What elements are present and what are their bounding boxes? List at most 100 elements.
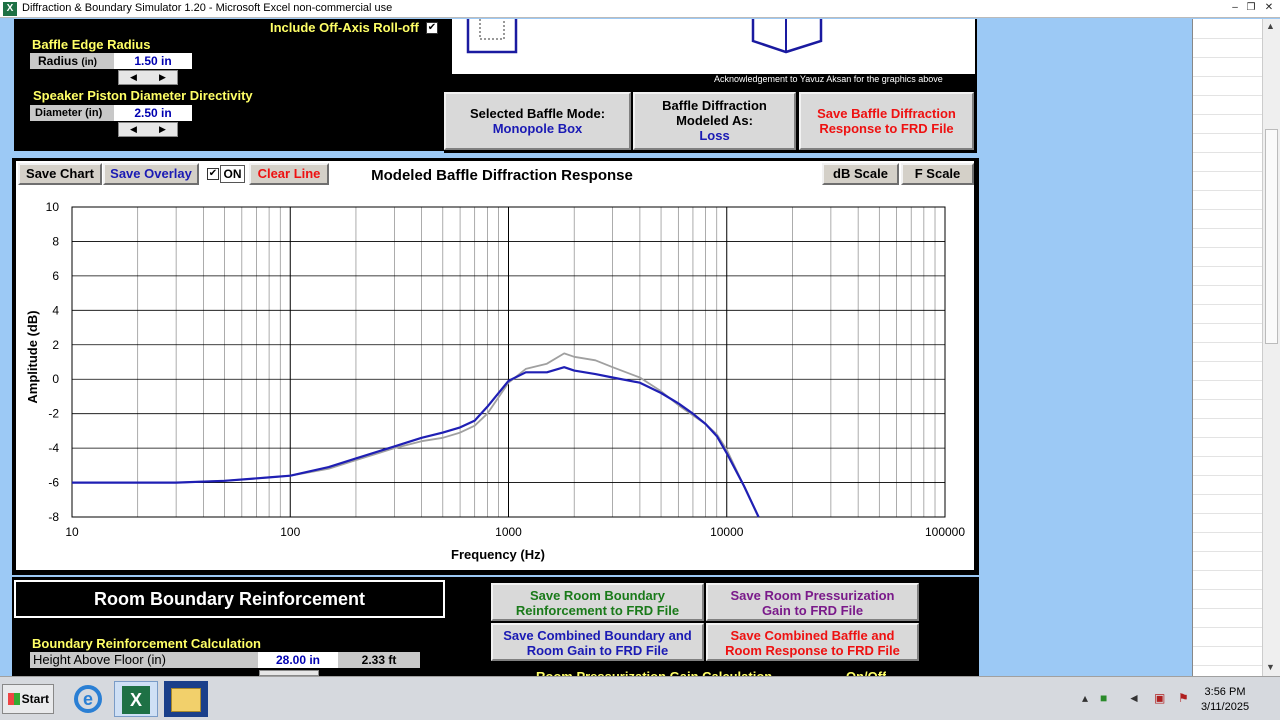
- ie-glyph: e: [74, 685, 102, 713]
- taskbar: Start e X ▴ ■ ◄ ▣ ⚑ 3:56 PM 3/11/2025: [0, 676, 1280, 720]
- y-tick-label: -2: [48, 407, 59, 421]
- gridline: [1193, 266, 1262, 267]
- spin-right-icon[interactable]: ▶: [148, 71, 177, 84]
- gridline: [1193, 551, 1262, 552]
- onoff-label: On/Off: [846, 669, 886, 676]
- save-room-pressurization-button[interactable]: Save Room Pressurization Gain to FRD Fil…: [706, 583, 919, 621]
- overlay-on-label: ON: [220, 165, 245, 183]
- baffle-graphics: [452, 19, 975, 74]
- network-tray-icon[interactable]: ▣: [1154, 691, 1165, 705]
- radius-label-text: Radius: [38, 54, 79, 68]
- radius-value[interactable]: 1.50 in: [114, 53, 192, 69]
- gridline: [1193, 171, 1262, 172]
- scroll-down-icon[interactable]: ▼: [1266, 662, 1275, 672]
- acknowledgement-text: Acknowledgement to Yavuz Aksan for the g…: [714, 74, 943, 84]
- x-tick-label: 100: [280, 525, 300, 539]
- worksheet-right-column[interactable]: [1192, 19, 1262, 676]
- gridline: [1193, 437, 1262, 438]
- save-baffle-diffraction-button[interactable]: Save Baffle Diffraction Response to FRD …: [799, 92, 974, 150]
- save-combined-boundary-label-2: Room Gain to FRD File: [526, 643, 669, 658]
- minimize-icon[interactable]: –: [1228, 2, 1242, 15]
- spin-right-icon[interactable]: ▶: [148, 123, 177, 136]
- modeled-value: Loss: [699, 128, 730, 143]
- chart-area[interactable]: 10 8 6 4 2 0 -2 -4 -6 -8 10 100 1000 10000 100000 Mode…: [16, 161, 974, 570]
- excel-glyph: X: [122, 686, 150, 714]
- gridline: [1193, 247, 1262, 248]
- internet-explorer-icon[interactable]: e: [66, 681, 110, 717]
- height-label: Height Above Floor (in): [30, 652, 258, 668]
- save-baffle-label-1: Save Baffle Diffraction: [817, 106, 956, 121]
- gridline: [1193, 152, 1262, 153]
- offaxis-checkbox[interactable]: ✔: [426, 22, 438, 34]
- gridline: [1193, 190, 1262, 191]
- volume-tray-icon[interactable]: ◄: [1128, 691, 1140, 705]
- gridline: [1193, 380, 1262, 381]
- save-room-boundary-button[interactable]: Save Room Boundary Reinforcement to FRD …: [491, 583, 704, 621]
- overlay-series-line: [72, 352, 760, 518]
- diffraction-model-panel: Baffle Diffraction Modeled As: Loss: [633, 92, 796, 150]
- save-room-boundary-label-2: Reinforcement to FRD File: [515, 603, 680, 618]
- gridline: [1193, 304, 1262, 305]
- x-tick-label: 100000: [925, 525, 965, 539]
- spin-left-icon[interactable]: ◀: [119, 71, 148, 84]
- save-combined-baffle-label-1: Save Combined Baffle and: [730, 628, 895, 643]
- scroll-thumb[interactable]: [1265, 129, 1278, 344]
- scroll-up-icon[interactable]: ▲: [1266, 21, 1275, 31]
- y-tick-label: 6: [52, 269, 59, 283]
- save-room-boundary-label-1: Save Room Boundary: [529, 588, 666, 603]
- clock-date: 3/11/2025: [1200, 701, 1250, 713]
- spin-left-icon[interactable]: ◀: [119, 123, 148, 136]
- vertical-scrollbar[interactable]: ▲ ▼: [1262, 19, 1280, 676]
- save-chart-button[interactable]: Save Chart: [18, 163, 102, 185]
- db-scale-button[interactable]: dB Scale: [822, 163, 899, 185]
- gridline: [1193, 627, 1262, 628]
- piston-title: Speaker Piston Diameter Directivity: [33, 88, 253, 103]
- file-explorer-icon[interactable]: [164, 681, 208, 717]
- save-combined-boundary-button[interactable]: Save Combined Boundary and Room Gain to …: [491, 623, 704, 661]
- baffle-edge-title: Baffle Edge Radius: [32, 37, 151, 52]
- clear-line-button[interactable]: Clear Line: [249, 163, 329, 185]
- diameter-spinner[interactable]: ◀ ▶: [118, 122, 178, 137]
- action-center-tray-icon[interactable]: ⚑: [1178, 691, 1189, 705]
- boundary-calc-title: Boundary Reinforcement Calculation: [32, 636, 261, 651]
- start-label: Start: [21, 692, 49, 706]
- room-boundary-title: Room Boundary Reinforcement: [14, 580, 445, 618]
- x-tick-label: 10: [65, 525, 79, 539]
- gridline: [1193, 646, 1262, 647]
- windows-logo-icon: [8, 693, 20, 705]
- chart-series: [72, 352, 760, 518]
- modeled-label-1: Baffle Diffraction: [662, 98, 767, 113]
- gridline: [1193, 399, 1262, 400]
- window-title: Diffraction & Boundary Simulator 1.20 - …: [22, 2, 393, 14]
- clock-time: 3:56 PM: [1204, 686, 1246, 698]
- excel-taskbar-icon[interactable]: X: [114, 681, 158, 717]
- window-title-bar: X Diffraction & Boundary Simulator 1.20 …: [0, 0, 1280, 18]
- save-room-press-label-1: Save Room Pressurization: [730, 588, 895, 603]
- height-value[interactable]: 28.00 in: [258, 652, 338, 668]
- security-tray-icon[interactable]: ■: [1100, 691, 1107, 705]
- x-tick-label: 1000: [495, 525, 522, 539]
- selected-baffle-mode-panel: Selected Baffle Mode: Monopole Box: [444, 92, 631, 150]
- restore-icon[interactable]: ❐: [1244, 2, 1258, 15]
- save-overlay-button[interactable]: Save Overlay: [103, 163, 199, 185]
- gridline: [1193, 57, 1262, 58]
- f-scale-button[interactable]: F Scale: [901, 163, 974, 185]
- offaxis-label: Include Off-Axis Roll-off: [270, 20, 419, 35]
- gridline: [1193, 38, 1262, 39]
- tray-expand-icon[interactable]: ▴: [1082, 691, 1088, 705]
- diameter-value[interactable]: 2.50 in: [114, 105, 192, 121]
- chart-grid: [71, 206, 945, 518]
- gridline: [1193, 95, 1262, 96]
- save-combined-baffle-button[interactable]: Save Combined Baffle and Room Response t…: [706, 623, 919, 661]
- overlay-on-checkbox[interactable]: ✔: [207, 168, 219, 180]
- start-button[interactable]: Start: [2, 684, 54, 714]
- radius-label: Radius (in): [30, 53, 114, 69]
- gridline: [1193, 532, 1262, 533]
- system-clock[interactable]: 3:56 PM 3/11/2025: [1198, 685, 1252, 715]
- gridline: [1193, 323, 1262, 324]
- y-tick-label: 8: [52, 234, 59, 248]
- diameter-label: Diameter (in): [30, 105, 114, 121]
- close-icon[interactable]: ✕: [1262, 2, 1276, 15]
- worksheet-area: Include Off-Axis Roll-off ✔ Baffle Edge …: [0, 19, 1262, 676]
- radius-spinner[interactable]: ◀ ▶: [118, 70, 178, 85]
